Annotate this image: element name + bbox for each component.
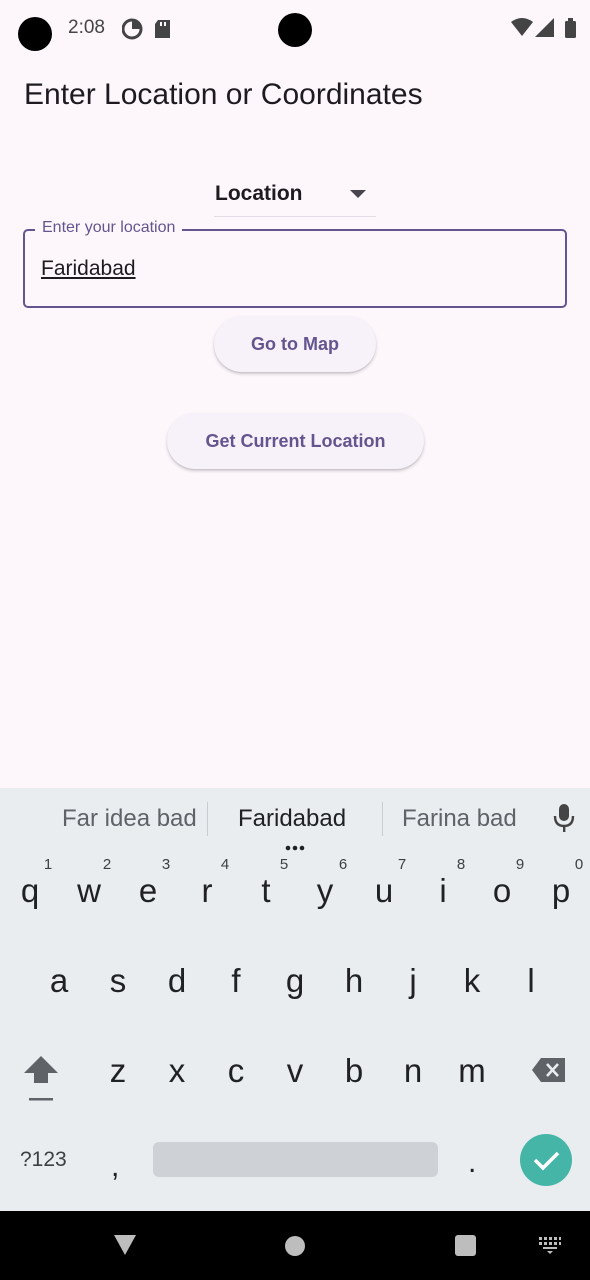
status-icons-right [510, 16, 578, 45]
key-d[interactable]: d [152, 962, 202, 1000]
center-camera-dot [278, 13, 312, 47]
key-e[interactable]: e [123, 872, 173, 910]
key-r[interactable]: r [182, 872, 232, 910]
key-u[interactable]: u [359, 872, 409, 910]
microphone-icon[interactable] [553, 803, 575, 838]
key-y[interactable]: y [300, 872, 350, 910]
key-k[interactable]: k [447, 962, 497, 1000]
spacebar[interactable] [153, 1142, 438, 1177]
key-p[interactable]: p [536, 872, 586, 910]
key-l[interactable]: l [506, 962, 556, 1000]
location-input[interactable]: Enter your location Faridabad [23, 219, 567, 308]
more-suggestions-dots-icon[interactable] [285, 838, 305, 856]
key-hint-2: 2 [102, 856, 112, 873]
key-t[interactable]: t [241, 872, 291, 910]
cell-signal-icon [535, 18, 554, 37]
key-hint-1: 1 [43, 856, 53, 873]
wifi-icon [511, 18, 533, 36]
keyboard-switch-icon[interactable] [538, 1235, 562, 1260]
home-nav-icon[interactable] [284, 1235, 306, 1262]
key-s[interactable]: s [93, 962, 143, 1000]
location-type-dropdown[interactable]: Location [214, 170, 376, 217]
key-h[interactable]: h [329, 962, 379, 1000]
key-m[interactable]: m [447, 1052, 497, 1090]
dropdown-selected-value: Location [215, 182, 303, 205]
status-icons-left [121, 17, 174, 46]
checkmark-icon [533, 1151, 560, 1171]
enter-key[interactable] [520, 1134, 572, 1186]
key-f[interactable]: f [211, 962, 261, 1000]
status-time: 2:08 [68, 17, 105, 38]
caret-down-icon [350, 190, 366, 198]
key-v[interactable]: v [270, 1052, 320, 1090]
battery-icon [565, 18, 576, 38]
data-saver-icon [121, 18, 143, 40]
suggestion-1[interactable]: Far idea bad [62, 805, 197, 833]
back-nav-icon[interactable] [113, 1234, 137, 1261]
key-j[interactable]: j [388, 962, 438, 1000]
key-b[interactable]: b [329, 1052, 379, 1090]
key-hint-6: 6 [338, 856, 348, 873]
key-hint-5: 5 [279, 856, 289, 873]
key-hint-8: 8 [456, 856, 466, 873]
suggestion-divider [382, 802, 383, 836]
page-title: Enter Location or Coordinates [24, 78, 423, 111]
comma-key[interactable]: , [111, 1150, 119, 1184]
front-camera-dot [18, 17, 52, 51]
go-to-map-button[interactable]: Go to Map [214, 316, 376, 372]
location-input-value[interactable]: Faridabad [41, 257, 136, 281]
soft-keyboard: Far idea bad Faridabad Farina bad 1 2 3 … [0, 788, 590, 1211]
key-hint-0: 0 [574, 856, 584, 873]
suggestion-3[interactable]: Farina bad [402, 805, 517, 833]
key-hint-4: 4 [220, 856, 230, 873]
suggestion-2[interactable]: Faridabad [238, 805, 346, 833]
key-a[interactable]: a [34, 962, 84, 1000]
location-input-label: Enter your location [35, 219, 183, 237]
key-g[interactable]: g [270, 962, 320, 1000]
key-c[interactable]: c [211, 1052, 261, 1090]
key-hint-7: 7 [397, 856, 407, 873]
key-q[interactable]: q [5, 872, 55, 910]
symbols-key[interactable]: ?123 [20, 1148, 67, 1172]
backspace-key-icon[interactable] [531, 1057, 567, 1088]
key-o[interactable]: o [477, 872, 527, 910]
sd-card-icon [155, 20, 170, 38]
period-key[interactable]: . [468, 1146, 476, 1180]
key-w[interactable]: w [64, 872, 114, 910]
shift-key-icon[interactable] [22, 1054, 60, 1107]
key-x[interactable]: x [152, 1052, 202, 1090]
system-nav-bar [0, 1211, 590, 1280]
suggestion-divider [207, 802, 208, 836]
key-i[interactable]: i [418, 872, 468, 910]
key-hint-9: 9 [515, 856, 525, 873]
get-current-location-button[interactable]: Get Current Location [167, 413, 424, 469]
recents-nav-icon[interactable] [455, 1235, 476, 1261]
key-z[interactable]: z [93, 1052, 143, 1090]
key-n[interactable]: n [388, 1052, 438, 1090]
key-hint-3: 3 [161, 856, 171, 873]
